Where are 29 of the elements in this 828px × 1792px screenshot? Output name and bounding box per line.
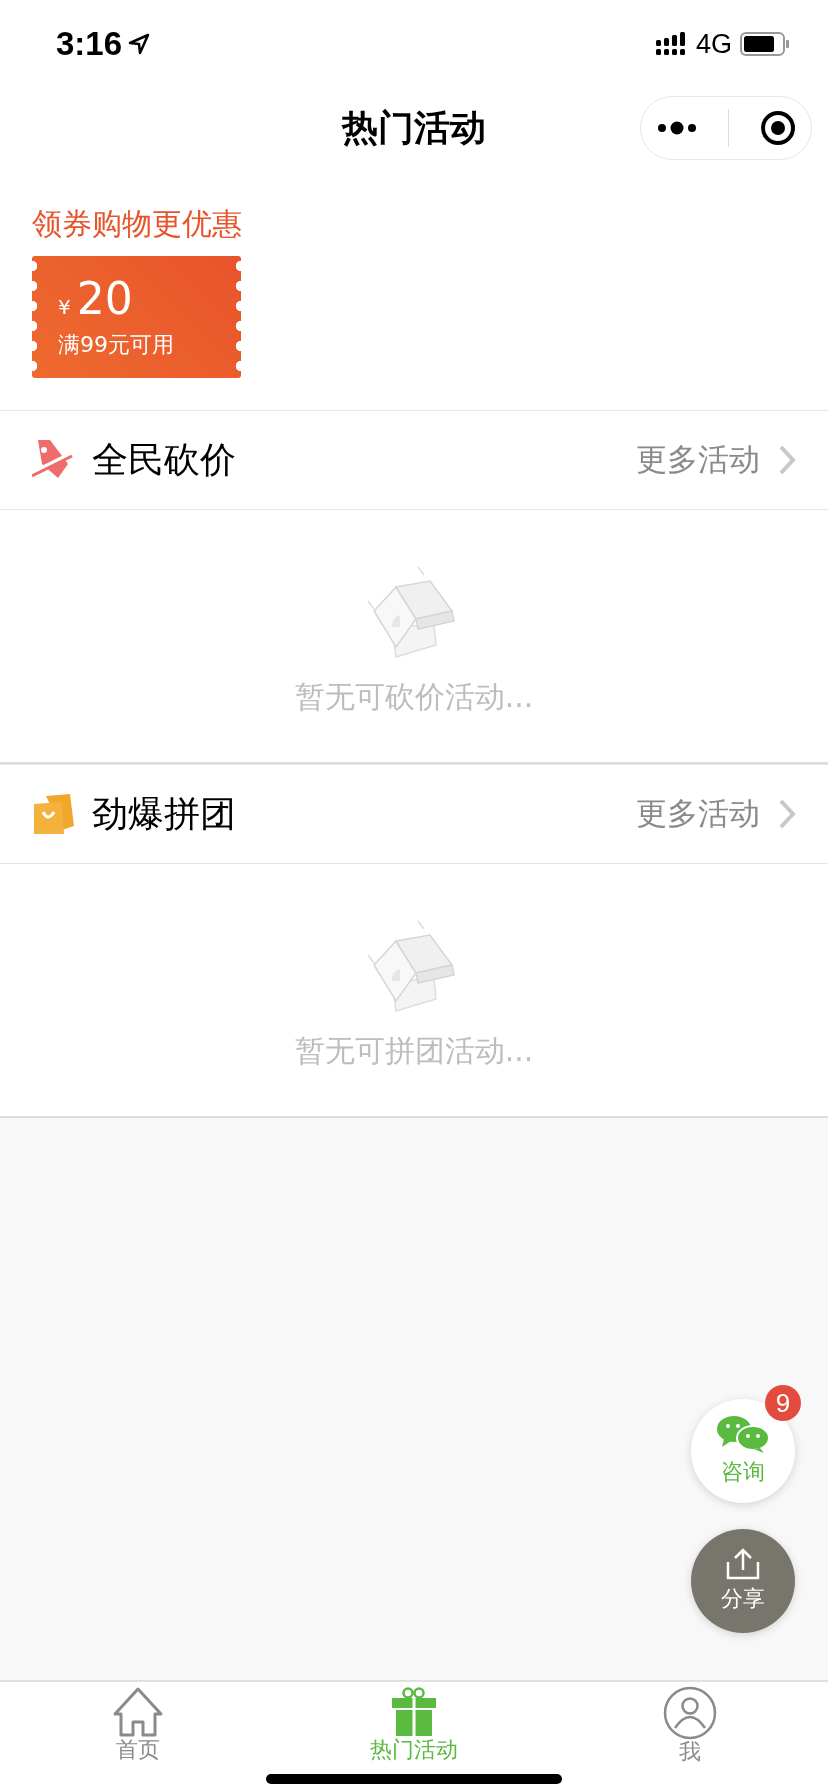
location-icon: [128, 33, 151, 55]
share-button[interactable]: 分享: [691, 1529, 795, 1633]
more-link[interactable]: 更多活动: [636, 439, 760, 481]
currency-symbol: ¥: [58, 295, 71, 319]
coupon-condition: 满99元可用: [58, 331, 175, 359]
home-icon: [112, 1686, 164, 1738]
section-title: 劲爆拼团: [92, 791, 237, 836]
signal-icon: [655, 32, 688, 56]
chat-icon: [716, 1415, 770, 1453]
tab-item[interactable]: 我: [552, 1682, 828, 1792]
coupon-card[interactable]: ¥20 满99元可用: [32, 256, 241, 378]
coupon-amount: 20: [76, 274, 133, 324]
more-icon[interactable]: [656, 121, 699, 135]
close-icon[interactable]: [759, 110, 796, 146]
coupon-heading: 领券购物更优惠: [32, 205, 243, 243]
empty-message: 暂无可砍价活动...: [294, 677, 534, 716]
share-icon: [726, 1548, 760, 1580]
status-time: 3:16: [56, 25, 123, 63]
bag-icon: [32, 792, 74, 836]
network-label: 4G: [695, 28, 732, 60]
tab-item[interactable]: 首页: [0, 1682, 276, 1792]
more-link[interactable]: 更多活动: [636, 793, 760, 835]
user-icon: [663, 1686, 717, 1740]
section-title: 全民砍价: [92, 437, 237, 482]
empty-message: 暂无可拼团活动...: [294, 1031, 534, 1070]
battery-icon: [740, 32, 790, 56]
tab-item[interactable]: 热门活动: [276, 1682, 552, 1792]
unread-badge: 9: [765, 1385, 801, 1421]
page-title: 热门活动: [342, 105, 486, 150]
